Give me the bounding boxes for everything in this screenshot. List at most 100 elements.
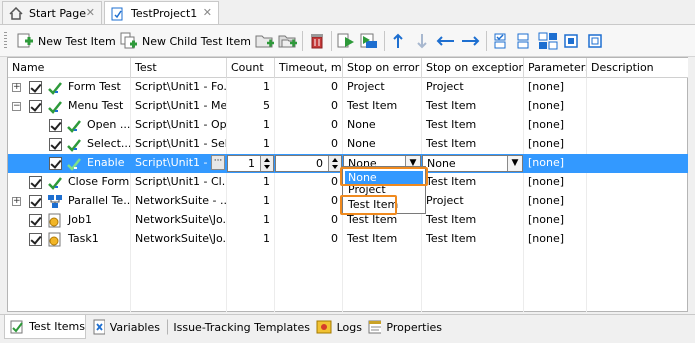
row-parameters: [none] bbox=[528, 118, 565, 131]
tab-label: Properties bbox=[386, 320, 442, 334]
column-header-name[interactable]: Name bbox=[8, 58, 131, 78]
delete-button[interactable] bbox=[308, 31, 326, 51]
issue-tracking-icon bbox=[167, 319, 169, 335]
tab-testproject1[interactable]: TestProject1 ✕ bbox=[104, 1, 219, 25]
row-test: Script\Unit1 - ... bbox=[135, 156, 211, 169]
new-test-item-icon bbox=[17, 33, 33, 48]
arrow-left-icon bbox=[436, 36, 454, 46]
enabled-checkbox[interactable] bbox=[29, 233, 42, 246]
row-parameters: [none] bbox=[528, 80, 565, 93]
timeout-stepper[interactable]: 0 bbox=[275, 155, 342, 172]
row-parameters: [none] bbox=[528, 137, 565, 150]
test-item-icon bbox=[67, 158, 81, 171]
row-test: Script\Unit1 - Cl... bbox=[135, 175, 226, 188]
new-child-folder-button[interactable] bbox=[278, 31, 298, 51]
row-count: 1 bbox=[263, 213, 270, 226]
row-timeout: 0 bbox=[331, 118, 338, 131]
new-child-test-item-button[interactable]: New Child Test Item bbox=[120, 31, 251, 51]
project-icon bbox=[111, 7, 123, 20]
move-right-button[interactable] bbox=[460, 31, 480, 51]
row-stop-on-error: Project bbox=[347, 80, 385, 93]
row-test: NetworkSuite\Jo... bbox=[135, 213, 226, 226]
tab-test-items[interactable]: Test Items bbox=[4, 315, 86, 339]
row-timeout: 0 bbox=[331, 99, 338, 112]
row-stop-on-exception: Test Item bbox=[426, 175, 477, 188]
tab-variables[interactable]: Variables bbox=[88, 316, 160, 338]
row-name: Close Form bbox=[68, 175, 130, 188]
enabled-checkbox[interactable] bbox=[29, 100, 42, 113]
uncheck-button[interactable] bbox=[587, 31, 603, 51]
check-button[interactable] bbox=[563, 31, 579, 51]
move-up-button[interactable] bbox=[390, 31, 406, 51]
tab-label: Start Page bbox=[29, 6, 86, 20]
row-description bbox=[587, 154, 687, 173]
row-name: Form Test bbox=[68, 80, 121, 93]
new-child-folder-icon bbox=[278, 35, 297, 48]
enabled-checkbox[interactable] bbox=[49, 157, 62, 170]
close-tab-icon[interactable]: ✕ bbox=[203, 6, 212, 19]
table-row[interactable]: Select... Script\Unit1 - Sel... 1 0 None… bbox=[8, 135, 688, 154]
trash-icon bbox=[311, 34, 323, 49]
enabled-checkbox[interactable] bbox=[49, 138, 62, 151]
row-description bbox=[587, 211, 687, 230]
toolbar-separator bbox=[302, 31, 303, 51]
tab-logs[interactable]: Logs bbox=[312, 316, 362, 338]
column-header-description[interactable]: Description bbox=[587, 58, 688, 78]
column-header-timeout[interactable]: Timeout, min bbox=[275, 58, 343, 78]
select-all-button[interactable] bbox=[492, 31, 508, 51]
enabled-checkbox[interactable] bbox=[29, 176, 42, 189]
row-count: 1 bbox=[263, 194, 270, 207]
row-count: 1 bbox=[263, 80, 270, 93]
enabled-checkbox[interactable] bbox=[29, 214, 42, 227]
tab-start-page[interactable]: Start Page ✕ bbox=[2, 1, 102, 24]
tab-properties[interactable]: Properties bbox=[364, 316, 442, 338]
run-focused-button[interactable] bbox=[360, 31, 378, 51]
table-row[interactable]: Task1 NetworkSuite\Jo... 1 0 Test Item T… bbox=[8, 230, 688, 249]
expand-all-button[interactable] bbox=[538, 31, 558, 51]
grid-header: Name Test Count Timeout, min Stop on err… bbox=[8, 58, 688, 78]
spin-arrows-icon[interactable] bbox=[260, 156, 273, 171]
count-stepper[interactable]: 1 bbox=[227, 155, 274, 172]
row-name: Task1 bbox=[68, 232, 99, 245]
column-header-parameters[interactable]: Parameters bbox=[524, 58, 587, 78]
square-icon bbox=[588, 34, 602, 48]
row-timeout: 0 bbox=[331, 194, 338, 207]
enabled-checkbox[interactable] bbox=[29, 195, 42, 208]
table-row[interactable]: + Form Test Script\Unit1 - Fo... 1 0 Pro… bbox=[8, 78, 688, 97]
close-tab-icon[interactable]: ✕ bbox=[86, 6, 95, 19]
test-item-icon bbox=[67, 139, 81, 152]
enabled-checkbox[interactable] bbox=[29, 81, 42, 94]
new-test-item-button[interactable]: New Test Item bbox=[16, 31, 116, 51]
row-test: Script\Unit1 - Sel... bbox=[135, 137, 226, 150]
expand-icon[interactable]: + bbox=[12, 83, 21, 92]
column-header-test[interactable]: Test bbox=[131, 58, 227, 78]
row-stop-on-error: Test Item bbox=[347, 232, 398, 245]
table-row[interactable]: Open ... Script\Unit1 - Op... 1 0 None T… bbox=[8, 116, 688, 135]
table-row[interactable]: − Menu Test Script\Unit1 - Me... 5 0 Tes… bbox=[8, 97, 688, 116]
row-name: Select... bbox=[87, 137, 130, 150]
toolbar-separator bbox=[384, 31, 385, 51]
move-left-button[interactable] bbox=[436, 31, 456, 51]
deselect-all-button[interactable] bbox=[515, 31, 531, 51]
row-timeout: 0 bbox=[316, 157, 323, 170]
column-header-stop-on-exception[interactable]: Stop on exception bbox=[422, 58, 524, 78]
column-header-count[interactable]: Count bbox=[227, 58, 275, 78]
expand-icon[interactable]: + bbox=[12, 197, 21, 206]
new-folder-button[interactable] bbox=[255, 31, 275, 51]
column-header-stop-on-error[interactable]: Stop on error bbox=[343, 58, 422, 78]
toolbar: New Test Item New Child Test Item bbox=[0, 25, 695, 57]
chevron-down-icon[interactable]: ▼ bbox=[507, 156, 522, 171]
arrow-up-icon bbox=[393, 33, 403, 48]
enabled-checkbox[interactable] bbox=[49, 119, 62, 132]
browse-test-button[interactable]: ··· bbox=[211, 155, 225, 170]
row-name: Enable bbox=[87, 156, 125, 169]
tab-issue-tracking-templates[interactable]: Issue-Tracking Templates bbox=[162, 316, 310, 338]
arrow-down-icon bbox=[417, 34, 427, 49]
move-down-button[interactable] bbox=[414, 31, 430, 51]
run-selected-button[interactable] bbox=[337, 31, 355, 51]
toolbar-grip[interactable] bbox=[4, 32, 7, 50]
test-item-icon bbox=[48, 82, 62, 95]
checklist-icon bbox=[494, 33, 506, 49]
stop-on-exception-select[interactable]: None ▼ bbox=[422, 155, 523, 172]
collapse-icon[interactable]: − bbox=[12, 102, 21, 111]
